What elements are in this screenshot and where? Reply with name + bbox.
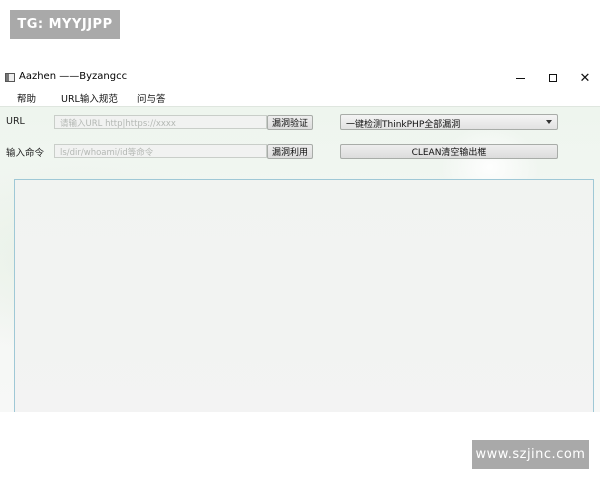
window-title: Aazhen ——Byzangcc bbox=[19, 71, 128, 82]
menu-item-help[interactable]: 帮助 bbox=[17, 91, 36, 105]
maximize-icon bbox=[549, 74, 557, 82]
app-window: Aazhen ——Byzangcc ✕ 帮助 URL输入规范 问与答 URL 请… bbox=[0, 68, 600, 412]
url-input[interactable]: 请输入URL http|https://xxxx bbox=[54, 115, 267, 129]
close-icon: ✕ bbox=[579, 70, 591, 86]
menu-bar: 帮助 URL输入规范 问与答 bbox=[0, 88, 600, 107]
output-textarea[interactable] bbox=[14, 179, 594, 412]
cmd-label: 输入命令 bbox=[6, 148, 45, 159]
cmd-input[interactable]: ls/dir/whoami/id等命令 bbox=[54, 144, 267, 158]
exploit-button[interactable]: 漏洞利用 bbox=[267, 144, 313, 159]
clean-button[interactable]: CLEAN清空输出框 bbox=[340, 144, 558, 159]
watermark-bottom: www.szjinc.com bbox=[472, 440, 589, 469]
chevron-down-icon bbox=[546, 120, 552, 124]
minimize-icon bbox=[515, 77, 525, 79]
title-bar[interactable]: Aazhen ——Byzangcc ✕ bbox=[0, 68, 600, 88]
verify-button[interactable]: 漏洞验证 bbox=[267, 115, 313, 130]
close-button[interactable]: ✕ bbox=[568, 68, 600, 88]
watermark-top: TG: MYYJJPP bbox=[10, 10, 120, 39]
check-select-value: 一键检测ThinkPHP全部漏洞 bbox=[346, 120, 461, 130]
check-select[interactable]: 一键检测ThinkPHP全部漏洞 bbox=[340, 114, 558, 130]
url-label: URL bbox=[6, 116, 25, 127]
app-icon bbox=[5, 73, 15, 82]
minimize-button[interactable] bbox=[503, 68, 537, 88]
menu-item-qa[interactable]: 问与答 bbox=[137, 91, 166, 105]
menu-item-url-spec[interactable]: URL输入规范 bbox=[61, 91, 118, 105]
main-content: URL 请输入URL http|https://xxxx 漏洞验证 一键检测Th… bbox=[0, 107, 600, 412]
maximize-button[interactable] bbox=[536, 68, 570, 88]
